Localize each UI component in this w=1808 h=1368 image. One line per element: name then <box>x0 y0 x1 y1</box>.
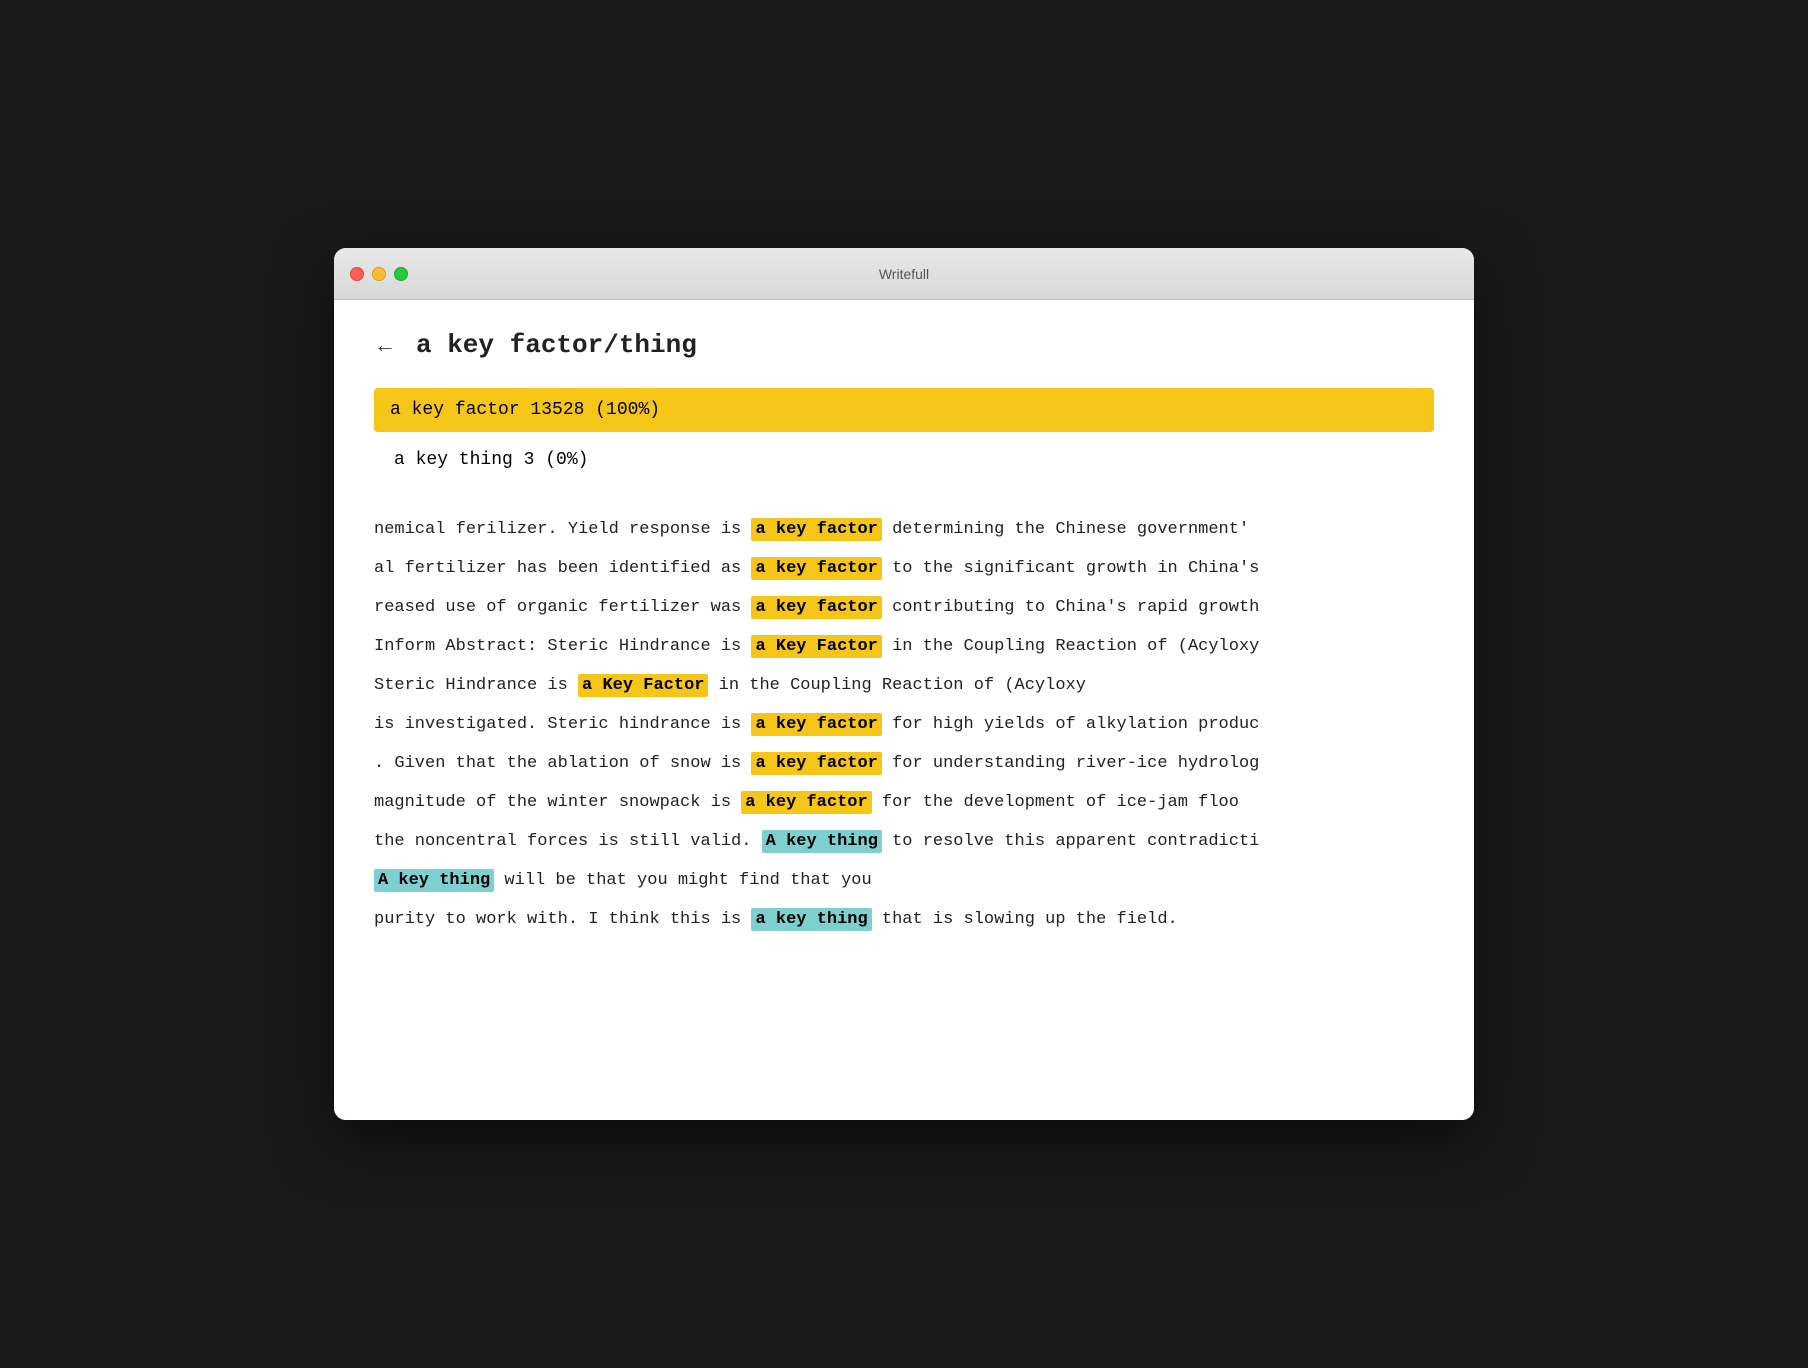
maximize-button[interactable] <box>394 267 408 281</box>
concordance-line: reased use of organic fertilizer was a k… <box>374 588 1434 627</box>
factor-key: a key factor <box>751 518 881 541</box>
app-window: Writefull ← a key factor/thing a key fac… <box>334 248 1474 1120</box>
factor-key: a Key Factor <box>751 635 881 658</box>
window-title: Writefull <box>879 266 929 282</box>
close-button[interactable] <box>350 267 364 281</box>
concordance-line: is investigated. Steric hindrance is a k… <box>374 705 1434 744</box>
factor-key: a key factor <box>741 791 871 814</box>
thing-key: a key thing <box>751 908 871 931</box>
factor-key: a key factor <box>751 713 881 736</box>
concordance-line: nemical ferilizer. Yield response is a k… <box>374 510 1434 549</box>
concordance-line: A key thing will be that you might find … <box>374 861 1434 900</box>
factor-key: a key factor <box>751 596 881 619</box>
concordance-line: . Given that the ablation of snow is a k… <box>374 744 1434 783</box>
factor-key: a Key Factor <box>578 674 708 697</box>
main-content: ← a key factor/thing a key factor 13528 … <box>334 300 1474 1120</box>
traffic-lights <box>350 267 408 281</box>
titlebar: Writefull <box>334 248 1474 300</box>
factor-key: a key factor <box>751 752 881 775</box>
minimize-button[interactable] <box>372 267 386 281</box>
concordance-line: Inform Abstract: Steric Hindrance is a K… <box>374 627 1434 666</box>
thing-key: A key thing <box>762 830 882 853</box>
result-item-factor[interactable]: a key factor 13528 (100%) <box>374 388 1434 432</box>
concordance-line: purity to work with. I think this is a k… <box>374 900 1434 939</box>
result-item-thing[interactable]: a key thing 3 (0%) <box>374 438 1434 482</box>
concordance-line: al fertilizer has been identified as a k… <box>374 549 1434 588</box>
back-button[interactable]: ← <box>374 332 396 358</box>
concordance-line: magnitude of the winter snowpack is a ke… <box>374 783 1434 822</box>
concordance-line: the noncentral forces is still valid. A … <box>374 822 1434 861</box>
page-title: a key factor/thing <box>416 330 697 360</box>
results-list: a key factor 13528 (100%) a key thing 3 (… <box>374 388 1434 482</box>
thing-key: A key thing <box>374 869 494 892</box>
header-row: ← a key factor/thing <box>374 330 1434 360</box>
factor-key: a key factor <box>751 557 881 580</box>
concordance-line: Steric Hindrance is a Key Factor in the … <box>374 666 1434 705</box>
concordance-lines: nemical ferilizer. Yield response is a k… <box>374 510 1434 939</box>
